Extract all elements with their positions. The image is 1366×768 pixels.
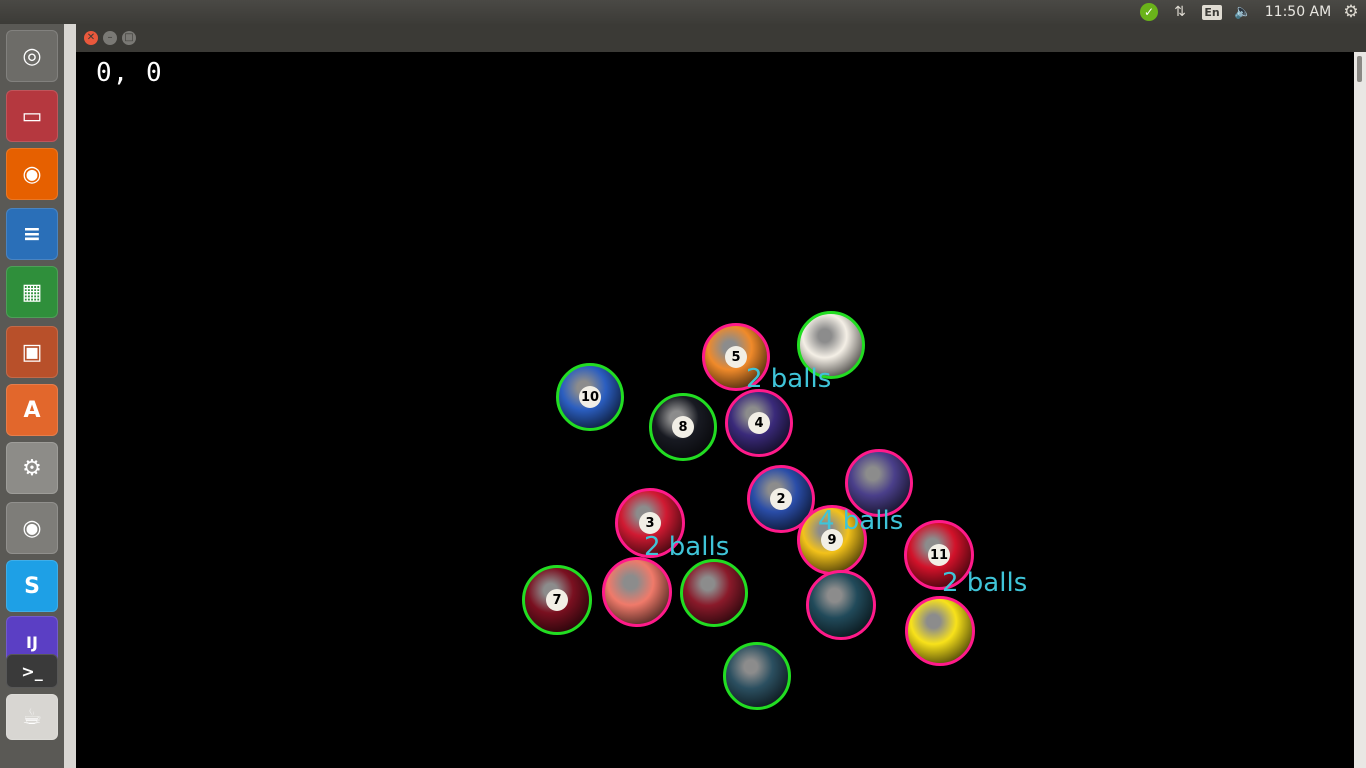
window-titlebar: ✕ – □: [76, 24, 1366, 52]
files-glyph: ▭: [21, 103, 43, 129]
scrollbar-thumb[interactable]: [1357, 56, 1362, 82]
impress-icon[interactable]: ▣: [6, 326, 58, 378]
minimize-button[interactable]: –: [103, 31, 117, 45]
settings-gear-icon[interactable]: ⚙: [1340, 0, 1362, 24]
skype-icon[interactable]: S: [6, 560, 58, 612]
background-window: [64, 24, 76, 768]
cluster-count-label: 4 balls: [818, 506, 904, 536]
close-button[interactable]: ✕: [84, 31, 98, 45]
system-settings-glyph: ⚙: [22, 455, 42, 481]
maximize-button[interactable]: □: [122, 31, 136, 45]
firefox-icon[interactable]: ◉: [6, 148, 58, 200]
ball-number: 8: [672, 416, 694, 438]
files-icon[interactable]: ▭: [6, 90, 58, 142]
chrome-icon[interactable]: ◉: [6, 502, 58, 554]
ball-number: 11: [928, 544, 950, 566]
detected-ball: [905, 596, 975, 666]
ball-number: 5: [725, 346, 747, 368]
calc-glyph: ▦: [21, 279, 43, 305]
cluster-count-label: 2 balls: [644, 532, 730, 562]
detected-ball: 8: [649, 393, 717, 461]
cluster-count-label: 2 balls: [942, 568, 1028, 598]
ubuntu-dash-icon[interactable]: ◎: [6, 30, 58, 82]
update-shield-icon[interactable]: ✓: [1138, 0, 1160, 24]
skype-glyph: S: [24, 573, 40, 599]
input-source-indicator[interactable]: En: [1202, 0, 1222, 24]
ball-number: 3: [639, 512, 661, 534]
chrome-glyph: ◉: [22, 515, 42, 541]
calc-icon[interactable]: ▦: [6, 266, 58, 318]
ubuntu-dash-glyph: ◎: [22, 43, 42, 69]
clock[interactable]: 11:50 AM: [1262, 0, 1334, 24]
launcher: ◎ ▭ ◉ ≡ ▦ ▣ A ⚙ ◉ S IJ >_ ☕: [0, 24, 64, 768]
detected-ball: [723, 642, 791, 710]
detected-ball: 4: [725, 389, 793, 457]
mouse-coordinates: 0, 0: [96, 58, 163, 88]
volume-muted-icon[interactable]: 🔈: [1232, 0, 1254, 24]
java-icon[interactable]: ☕: [6, 694, 58, 740]
software-center-glyph: A: [23, 397, 41, 423]
network-arrows-icon[interactable]: ⇅: [1170, 0, 1190, 24]
top-panel: ✓ ⇅ En 🔈 11:50 AM ⚙: [0, 0, 1366, 24]
detected-ball: 7: [522, 565, 592, 635]
detected-ball: [680, 559, 748, 627]
cluster-count-label: 2 balls: [746, 364, 832, 394]
writer-icon[interactable]: ≡: [6, 208, 58, 260]
terminal-glyph: >_: [21, 661, 43, 681]
ball-number: 4: [748, 412, 770, 434]
software-center-icon[interactable]: A: [6, 384, 58, 436]
writer-glyph: ≡: [22, 221, 42, 247]
vertical-scrollbar[interactable]: [1354, 52, 1366, 768]
java-glyph: ☕: [22, 704, 42, 730]
impress-glyph: ▣: [21, 339, 43, 365]
opencv-canvas[interactable]: 0, 0 10 5 8 4 2 3 9 11 7 2 balls 4 balls 2 balls 2 b…: [76, 52, 1354, 768]
ball-number: 2: [770, 488, 792, 510]
system-settings-icon[interactable]: ⚙: [6, 442, 58, 494]
intellij-glyph: IJ: [26, 632, 38, 652]
detected-ball: [602, 557, 672, 627]
firefox-glyph: ◉: [22, 161, 42, 187]
ball-number: 7: [546, 589, 568, 611]
detected-ball: 10: [556, 363, 624, 431]
ball-number: 10: [579, 386, 601, 408]
terminal-icon[interactable]: >_: [6, 654, 58, 688]
detected-ball: [806, 570, 876, 640]
